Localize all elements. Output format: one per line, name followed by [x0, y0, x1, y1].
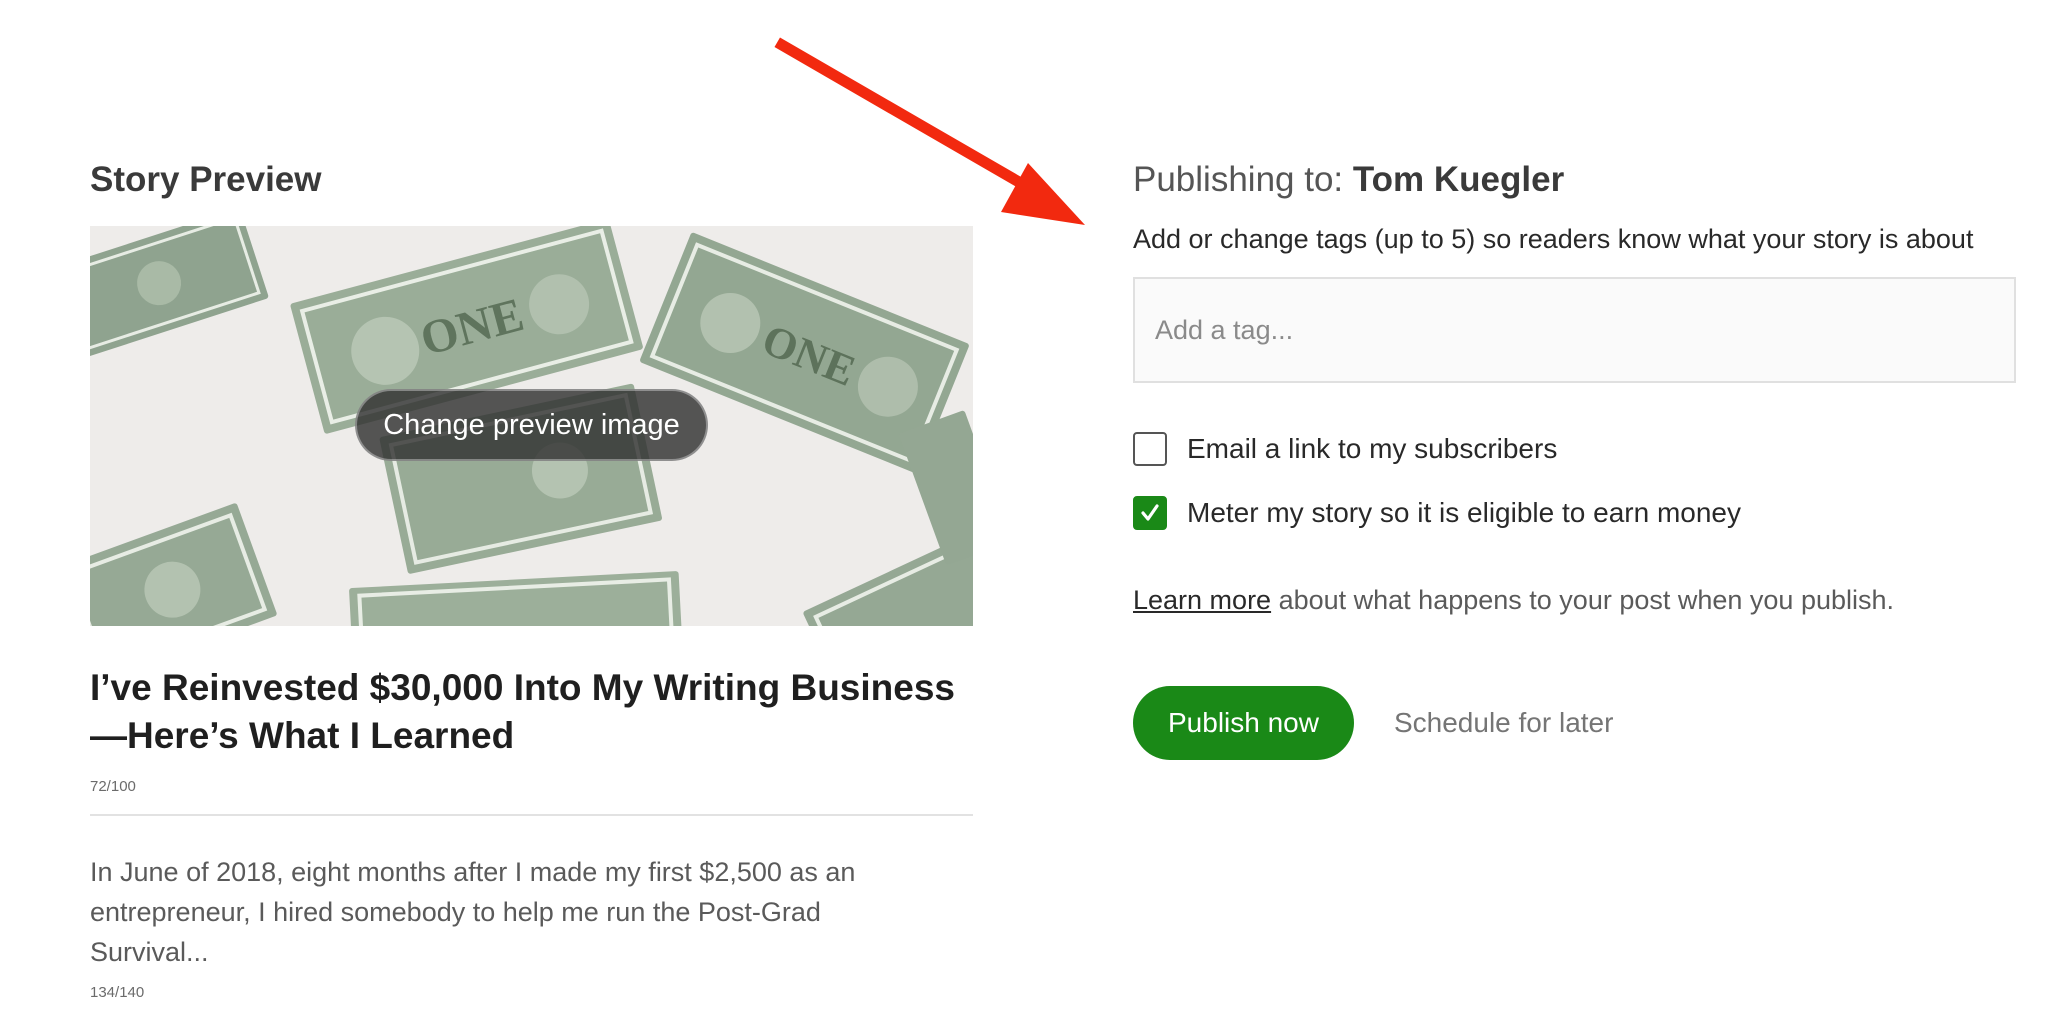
publish-settings-panel: Publishing to: Tom Kuegler Add or change…: [1133, 150, 2016, 760]
tags-help-text: Add or change tags (up to 5) so readers …: [1133, 224, 1974, 254]
title-character-counter: 72/100: [90, 778, 136, 795]
subtitle-character-counter: 134/140: [90, 984, 145, 1001]
publishing-to-heading: Publishing to: Tom Kuegler: [1133, 150, 2013, 210]
learn-more-link[interactable]: Learn more: [1133, 585, 1271, 615]
meter-story-label: Meter my story so it is eligible to earn…: [1187, 497, 1741, 528]
change-preview-image-button[interactable]: Change preview image: [355, 389, 708, 461]
publish-actions: Publish now Schedule for later: [1133, 686, 2013, 760]
section-title: Story Preview: [90, 160, 322, 199]
learn-more-text: Learn more about what happens to your po…: [1133, 585, 2013, 616]
meter-story-checkbox[interactable]: [1133, 496, 1167, 530]
meter-story-option[interactable]: Meter my story so it is eligible to earn…: [1133, 493, 2013, 533]
story-preview-panel: Story Preview ONE ONE Change preview ima…: [90, 150, 973, 1001]
story-title[interactable]: I’ve Reinvested $30,000 Into My Writing …: [90, 664, 973, 760]
email-subscribers-checkbox[interactable]: [1133, 432, 1167, 466]
checkmark-icon: [1141, 504, 1159, 521]
publishing-to-prefix: Publishing to:: [1133, 160, 1353, 199]
schedule-for-later-button[interactable]: Schedule for later: [1394, 707, 1613, 739]
publish-now-button[interactable]: Publish now: [1133, 686, 1354, 760]
publication-name: Tom Kuegler: [1352, 160, 1565, 199]
tag-input[interactable]: [1133, 277, 2016, 383]
learn-more-description: about what happens to your post when you…: [1271, 585, 1895, 615]
email-subscribers-option[interactable]: Email a link to my subscribers: [1133, 429, 2013, 469]
divider: [90, 814, 973, 816]
story-subtitle[interactable]: In June of 2018, eight months after I ma…: [90, 852, 920, 972]
preview-image: ONE ONE Change preview image: [90, 226, 973, 626]
email-subscribers-label: Email a link to my subscribers: [1187, 433, 1558, 464]
